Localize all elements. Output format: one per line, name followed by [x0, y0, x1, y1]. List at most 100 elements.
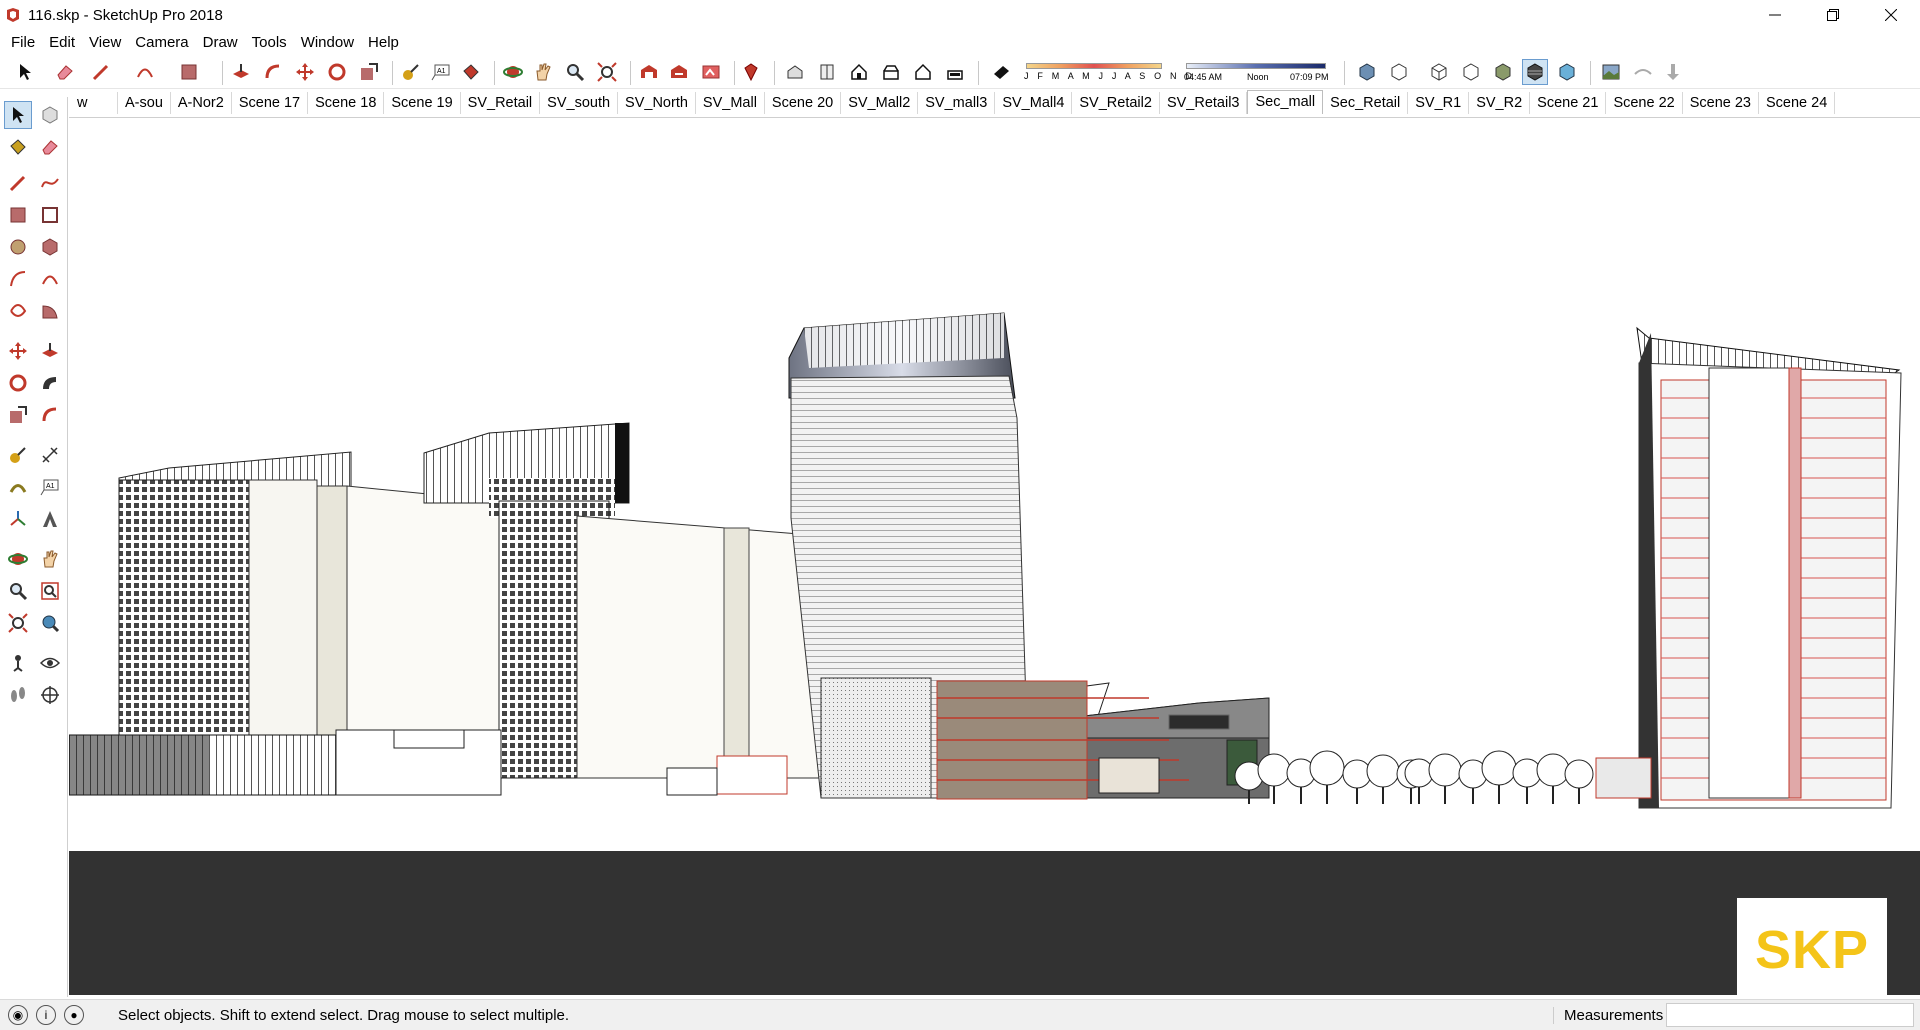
shadow-date-slider[interactable]: J F M A M J J A S O N D	[1024, 61, 1192, 85]
left-eraser-button[interactable]	[36, 133, 64, 161]
scene-tab-scene-24[interactable]: Scene 24	[1759, 92, 1836, 114]
measurements-input[interactable]	[1666, 1003, 1914, 1027]
left-pan-button[interactable]	[36, 545, 64, 573]
rectangle-tool-button[interactable]	[176, 59, 202, 85]
top-view-button[interactable]	[814, 59, 840, 85]
left-offset-button[interactable]	[36, 401, 64, 429]
menu-file[interactable]: File	[4, 34, 42, 51]
section-plane-button[interactable]	[36, 681, 64, 709]
tape-measure-button[interactable]	[398, 59, 424, 85]
previous-view-button[interactable]	[36, 609, 64, 637]
hidden-line-style-button[interactable]	[1458, 59, 1484, 85]
iso-view-button[interactable]	[782, 59, 808, 85]
menu-window[interactable]: Window	[294, 34, 361, 51]
rotated-rectangle-button[interactable]	[36, 201, 64, 229]
sandbox-smoove-button[interactable]	[1630, 59, 1656, 85]
wireframe-style-button[interactable]	[1426, 59, 1452, 85]
sandbox-stamp-button[interactable]	[1660, 59, 1686, 85]
menu-tools[interactable]: Tools	[245, 34, 294, 51]
monochrome-style-button[interactable]	[1554, 59, 1580, 85]
scene-tab-scene-17[interactable]: Scene 17	[232, 92, 309, 114]
text-tool-button[interactable]: A1	[428, 59, 454, 85]
shadow-time-slider[interactable]: 04:45 AM Noon 07:09 PM	[1184, 61, 1330, 85]
left-move-button[interactable]	[4, 337, 32, 365]
scene-tab-sv-retail[interactable]: SV_Retail	[461, 92, 541, 114]
scene-tab-sv-r2[interactable]: SV_R2	[1469, 92, 1531, 114]
three-point-arc-button[interactable]	[4, 297, 32, 325]
restore-button[interactable]	[1804, 0, 1862, 30]
scene-tab-a-sou[interactable]: A-sou	[118, 92, 171, 114]
move-button[interactable]	[292, 59, 318, 85]
scene-tab-scene-23[interactable]: Scene 23	[1683, 92, 1759, 114]
scene-tab-w[interactable]: w	[70, 92, 118, 114]
scene-tab-scene-19[interactable]: Scene 19	[384, 92, 461, 114]
scene-tab-scene-22[interactable]: Scene 22	[1606, 92, 1683, 114]
right-view-button[interactable]	[878, 59, 904, 85]
scene-tab-sv-north[interactable]: SV_North	[618, 92, 696, 114]
close-button[interactable]	[1862, 0, 1920, 30]
scene-tab-sv-south[interactable]: SV_south	[540, 92, 619, 114]
3d-text-button[interactable]	[36, 505, 64, 533]
pan-button[interactable]	[530, 59, 556, 85]
scene-tab-sv-retail2[interactable]: SV_Retail2	[1072, 92, 1160, 114]
menu-draw[interactable]: Draw	[196, 34, 245, 51]
left-arc-button[interactable]	[4, 265, 32, 293]
zoom-button[interactable]	[562, 59, 588, 85]
scene-tab-scene-21[interactable]: Scene 21	[1530, 92, 1607, 114]
extension-manager-button[interactable]	[738, 59, 764, 85]
front-view-button[interactable]	[846, 59, 872, 85]
menu-camera[interactable]: Camera	[128, 34, 195, 51]
push-pull-button[interactable]	[228, 59, 254, 85]
scene-tab-scene-18[interactable]: Scene 18	[308, 92, 385, 114]
menu-edit[interactable]: Edit	[42, 34, 82, 51]
scale-button[interactable]	[356, 59, 382, 85]
paint-bucket-button[interactable]	[458, 59, 484, 85]
minimize-button[interactable]	[1746, 0, 1804, 30]
zoom-extents-button[interactable]	[594, 59, 620, 85]
make-component-button[interactable]	[36, 101, 64, 129]
scene-tab-scene-20[interactable]: Scene 20	[765, 92, 842, 114]
shaded-style-button[interactable]	[1490, 59, 1516, 85]
orbit-button[interactable]	[500, 59, 526, 85]
scene-tab-a-nor2[interactable]: A-Nor2	[171, 92, 232, 114]
freehand-button[interactable]	[36, 169, 64, 197]
polygon-button[interactable]	[36, 233, 64, 261]
left-orbit-button[interactable]	[4, 545, 32, 573]
warehouse-button[interactable]	[636, 59, 662, 85]
left-paint-bucket-button[interactable]	[4, 133, 32, 161]
axes-button[interactable]	[4, 505, 32, 533]
left-rectangle-button[interactable]	[4, 201, 32, 229]
shadows-toggle-button[interactable]	[988, 59, 1014, 85]
left-line-button[interactable]	[4, 169, 32, 197]
circle-button[interactable]	[4, 233, 32, 261]
left-select-button[interactable]	[4, 101, 32, 129]
pie-button[interactable]	[36, 297, 64, 325]
walk-button[interactable]	[4, 681, 32, 709]
send-to-layout-button[interactable]	[698, 59, 724, 85]
geo-location-icon[interactable]: ◉	[8, 1005, 28, 1025]
credits-info-icon[interactable]: i	[36, 1005, 56, 1025]
dimension-button[interactable]	[36, 441, 64, 469]
eraser-tool-button[interactable]	[52, 59, 78, 85]
offset-button[interactable]	[260, 59, 286, 85]
follow-me-button[interactable]	[36, 369, 64, 397]
back-edges-button[interactable]	[1386, 59, 1412, 85]
scene-tab-sv-mall3[interactable]: SV_mall3	[918, 92, 996, 114]
scene-tab-sv-mall4[interactable]: SV_Mall4	[995, 92, 1073, 114]
left-tape-measure-button[interactable]	[4, 441, 32, 469]
user-account-icon[interactable]: ●	[64, 1005, 84, 1025]
left-push-pull-button[interactable]	[36, 337, 64, 365]
left-scale-button[interactable]	[4, 401, 32, 429]
extension-warehouse-button[interactable]	[666, 59, 692, 85]
left-view-button[interactable]	[942, 59, 968, 85]
menu-view[interactable]: View	[82, 34, 128, 51]
two-point-arc-button[interactable]	[36, 265, 64, 293]
match-photo-button[interactable]	[1598, 59, 1624, 85]
menu-help[interactable]: Help	[361, 34, 406, 51]
look-around-button[interactable]	[36, 649, 64, 677]
protractor-button[interactable]	[4, 473, 32, 501]
scene-tab-sv-r1[interactable]: SV_R1	[1408, 92, 1470, 114]
left-zoom-extents-button[interactable]	[4, 609, 32, 637]
scene-tab-sec-retail[interactable]: Sec_Retail	[1323, 92, 1409, 114]
zoom-window-button[interactable]	[36, 577, 64, 605]
